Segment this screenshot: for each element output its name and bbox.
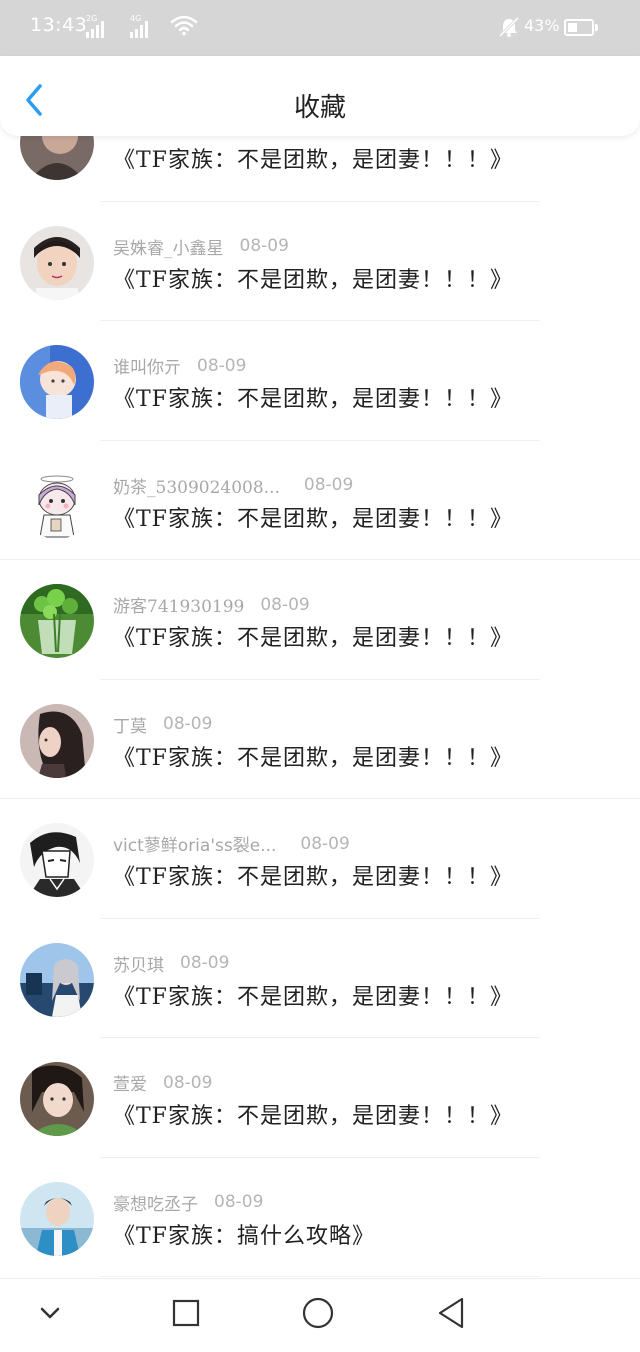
list-item[interactable]: 吴姝睿_小鑫星 08-09 《TF家族：不是团欺，是团妻！！！》 bbox=[0, 202, 640, 321]
item-meta: 谁叫你亓 08-09 bbox=[113, 353, 247, 379]
favorite-title[interactable]: 《TF家族：不是团欺，是团妻！！！》 bbox=[113, 142, 513, 174]
favorites-list[interactable]: 《TF家族：不是团欺，是团妻！！！》 吴姝睿_小鑫星 08-09 《TF家族：不… bbox=[0, 136, 640, 1278]
wifi-icon bbox=[170, 15, 198, 36]
date: 08-09 bbox=[180, 953, 230, 973]
header: 收藏 bbox=[0, 56, 640, 136]
favorite-title[interactable]: 《TF家族：不是团欺，是团妻！！！》 bbox=[113, 740, 513, 772]
item-meta: 萱爱 08-09 bbox=[113, 1070, 213, 1096]
favorite-title[interactable]: 《TF家族：不是团欺，是团妻！！！》 bbox=[113, 501, 513, 533]
item-meta: 豪想吃丞子 08-09 bbox=[113, 1190, 263, 1215]
status-bar: 13:43 2G 4G 43% bbox=[0, 0, 640, 56]
favorite-title[interactable]: 《TF家族：不是团欺，是团妻！！！》 bbox=[113, 381, 513, 413]
username[interactable]: 谁叫你亓 bbox=[113, 353, 181, 378]
item-meta: 苏贝琪 08-09 bbox=[113, 951, 229, 976]
list-item[interactable]: 丁莫 08-09 《TF家族：不是团欺，是团妻！！！》 bbox=[0, 680, 640, 799]
mute-bell-icon bbox=[498, 16, 520, 38]
item-meta: 吴姝睿_小鑫星 08-09 bbox=[113, 234, 289, 259]
avatar[interactable] bbox=[20, 584, 94, 658]
username[interactable]: 丁莫 bbox=[113, 712, 147, 737]
date: 08-09 bbox=[300, 833, 350, 854]
avatar[interactable] bbox=[20, 225, 94, 300]
date: 08-09 bbox=[214, 1192, 264, 1212]
back-triangle-icon[interactable] bbox=[432, 1293, 472, 1333]
item-meta: vict蓼鲜oria'ss裂e... 08-09 bbox=[113, 831, 350, 857]
list-item[interactable]: 奶茶_5309024008... 08-09 《TF家族：不是团欺，是团妻！！！… bbox=[0, 441, 640, 560]
avatar[interactable] bbox=[20, 464, 94, 539]
item-meta: 奶茶_5309024008... 08-09 bbox=[113, 473, 353, 498]
avatar[interactable] bbox=[20, 823, 94, 897]
signal-icon: 2G bbox=[86, 14, 104, 38]
date: 08-09 bbox=[303, 475, 354, 495]
battery-icon bbox=[564, 19, 598, 36]
username[interactable]: 豪想吃丞子 bbox=[113, 1190, 198, 1215]
avatar[interactable] bbox=[20, 136, 94, 180]
avatar[interactable] bbox=[20, 1181, 94, 1256]
item-meta: 丁莫 08-09 bbox=[113, 712, 212, 737]
username[interactable]: 吴姝睿_小鑫星 bbox=[113, 234, 224, 259]
username[interactable]: vict蓼鲜oria'ss裂e... bbox=[113, 831, 276, 856]
signal-icon: 4G bbox=[130, 14, 148, 38]
username[interactable]: 游客741930199 bbox=[113, 592, 244, 617]
sim2-tag: 4G bbox=[130, 14, 142, 23]
sim1-tag: 2G bbox=[86, 14, 98, 23]
favorite-title[interactable]: 《TF家族：不是团欺，是团妻！！！》 bbox=[113, 859, 513, 891]
list-item[interactable]: 《TF家族：不是团欺，是团妻！！！》 bbox=[0, 136, 640, 202]
system-nav-bar bbox=[0, 1278, 640, 1352]
collapse-chevron-icon[interactable] bbox=[30, 1293, 70, 1333]
date: 08-09 bbox=[163, 714, 213, 734]
list-item[interactable]: 苏贝琪 08-09 《TF家族：不是团欺，是团妻！！！》 bbox=[0, 919, 640, 1038]
favorite-title[interactable]: 《TF家族：不是团欺，是团妻！！！》 bbox=[113, 979, 513, 1011]
date: 08-09 bbox=[239, 236, 289, 256]
recents-square-icon[interactable] bbox=[166, 1293, 206, 1333]
list-item[interactable]: 谁叫你亓 08-09 《TF家族：不是团欺，是团妻！！！》 bbox=[0, 321, 640, 441]
username[interactable]: 奶茶_5309024008... bbox=[113, 473, 280, 498]
avatar[interactable] bbox=[20, 1062, 94, 1136]
username[interactable]: 苏贝琪 bbox=[113, 951, 164, 976]
date: 08-09 bbox=[197, 355, 247, 376]
item-meta: 游客741930199 08-09 bbox=[113, 592, 310, 618]
avatar[interactable] bbox=[20, 345, 94, 419]
list-item[interactable]: vict蓼鲜oria'ss裂e... 08-09 《TF家族：不是团欺，是团妻！… bbox=[0, 799, 640, 919]
favorite-title[interactable]: 《TF家族：不是团欺，是团妻！！！》 bbox=[113, 1098, 513, 1130]
favorite-title[interactable]: 《TF家族：不是团欺，是团妻！！！》 bbox=[113, 262, 513, 294]
page-title: 收藏 bbox=[293, 93, 346, 123]
status-time: 13:43 bbox=[30, 14, 88, 36]
avatar[interactable] bbox=[20, 703, 94, 778]
list-item[interactable]: 萱爱 08-09 《TF家族：不是团欺，是团妻！！！》 bbox=[0, 1038, 640, 1158]
battery-percent: 43% bbox=[524, 16, 560, 35]
favorite-title[interactable]: 《TF家族：不是团欺，是团妻！！！》 bbox=[113, 620, 513, 652]
home-circle-icon[interactable] bbox=[298, 1293, 338, 1333]
date: 08-09 bbox=[163, 1072, 213, 1093]
date: 08-09 bbox=[260, 594, 310, 615]
list-item[interactable]: 游客741930199 08-09 《TF家族：不是团欺，是团妻！！！》 bbox=[0, 560, 640, 680]
list-item[interactable]: 豪想吃丞子 08-09 《TF家族：搞什么攻略》 bbox=[0, 1158, 640, 1277]
username[interactable]: 萱爱 bbox=[113, 1070, 147, 1095]
favorite-title[interactable]: 《TF家族：搞什么攻略》 bbox=[113, 1218, 375, 1250]
avatar[interactable] bbox=[20, 942, 94, 1017]
